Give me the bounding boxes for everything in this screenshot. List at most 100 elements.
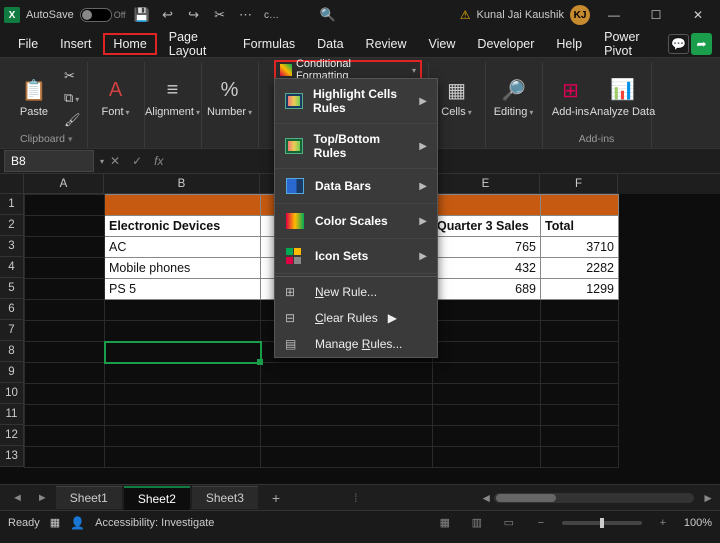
save-icon[interactable]: 💾 — [132, 7, 152, 23]
cut-icon[interactable]: ✂ — [210, 7, 230, 23]
cell[interactable]: PS 5 — [105, 279, 261, 300]
page-break-view-icon[interactable]: ▭ — [498, 516, 520, 529]
scroll-left-icon[interactable]: ◄ — [480, 491, 492, 505]
col-header-a[interactable]: A — [24, 174, 104, 194]
menu-data-bars[interactable]: Data Bars ▶ — [275, 169, 437, 204]
cell[interactable]: AC — [105, 237, 261, 258]
cell[interactable]: Mobile phones — [105, 258, 261, 279]
autosave-toggle[interactable] — [80, 8, 112, 22]
tab-insert[interactable]: Insert — [50, 33, 101, 55]
analyze-data-button[interactable]: 📊 Analyze Data — [601, 77, 645, 118]
cell[interactable]: 432 — [433, 258, 541, 279]
undo-icon[interactable]: ↩ — [158, 7, 178, 23]
menu-new-rule[interactable]: ⊞ NNew Rule...ew Rule... — [275, 279, 437, 305]
sheet-nav-prev-icon[interactable]: ◄ — [6, 492, 29, 504]
copy-icon[interactable]: ⧉▾ — [64, 90, 81, 106]
more-qat-icon[interactable]: ⋯ — [236, 7, 256, 23]
menu-top-bottom-rules[interactable]: Top/Bottom Rules ▶ — [275, 124, 437, 169]
row-header[interactable]: 1 — [0, 194, 24, 215]
enter-formula-icon[interactable]: ✓ — [126, 154, 148, 168]
cell[interactable]: 765 — [433, 237, 541, 258]
row-header[interactable]: 10 — [0, 383, 24, 404]
cells-button[interactable]: ▦ Cells▾ — [435, 77, 479, 118]
warning-icon[interactable]: ⚠ — [460, 8, 471, 22]
tab-view[interactable]: View — [419, 33, 466, 55]
new-sheet-button[interactable]: + — [260, 490, 292, 506]
page-layout-view-icon[interactable]: ▥ — [466, 516, 488, 529]
active-cell[interactable] — [105, 342, 261, 363]
conditional-formatting-button[interactable]: Conditional Formatting ▾ — [274, 60, 422, 80]
cell[interactable]: 3710 — [541, 237, 619, 258]
cell[interactable]: Electronic Devices — [105, 216, 261, 237]
menu-clear-rules[interactable]: ⊟ Clear Rules ▶ — [275, 305, 437, 331]
col-header-e[interactable]: E — [432, 174, 540, 194]
zoom-out-icon[interactable]: − — [530, 517, 552, 529]
sheet-tab-sheet1[interactable]: Sheet1 — [56, 486, 122, 509]
row-header[interactable]: 11 — [0, 404, 24, 425]
row-header[interactable]: 6 — [0, 299, 24, 320]
close-button[interactable]: ✕ — [680, 8, 716, 22]
sheet-tab-sheet2[interactable]: Sheet2 — [124, 486, 190, 510]
menu-manage-rules[interactable]: ▤ Manage Rules... — [275, 331, 437, 357]
tab-developer[interactable]: Developer — [467, 33, 544, 55]
tab-review[interactable]: Review — [356, 33, 417, 55]
col-header-b[interactable]: B — [104, 174, 260, 194]
number-button[interactable]: % Number▾ — [208, 77, 252, 118]
row-header[interactable]: 4 — [0, 257, 24, 278]
scroll-right-icon[interactable]: ► — [702, 491, 714, 505]
zoom-slider[interactable] — [562, 521, 642, 525]
row-headers[interactable]: 1 2 3 4 5 6 7 8 9 10 11 12 13 — [0, 194, 24, 467]
redo-icon[interactable]: ↪ — [184, 7, 204, 23]
qat-customize-icon[interactable]: c… — [262, 10, 282, 21]
zoom-in-icon[interactable]: + — [652, 517, 674, 529]
tab-file[interactable]: File — [8, 33, 48, 55]
accessibility-icon[interactable]: 👤 — [70, 516, 85, 530]
macro-record-icon[interactable]: ▦ — [50, 516, 60, 529]
tab-power-pivot[interactable]: Power Pivot — [594, 26, 664, 62]
cell[interactable]: Quarter 3 Sales — [433, 216, 541, 237]
normal-view-icon[interactable]: ▦ — [434, 516, 456, 529]
name-box[interactable]: B8 — [4, 150, 94, 172]
menu-icon-sets[interactable]: Icon Sets ▶ — [275, 239, 437, 274]
tab-page-layout[interactable]: Page Layout — [159, 26, 231, 62]
alignment-button[interactable]: ≡ Alignment▾ — [151, 77, 195, 118]
tab-help[interactable]: Help — [546, 33, 592, 55]
cell[interactable]: 2282 — [541, 258, 619, 279]
editing-button[interactable]: 🔎 Editing▾ — [492, 77, 536, 118]
menu-highlight-cells-rules[interactable]: Highlight Cells Rules ▶ — [275, 79, 437, 124]
zoom-level[interactable]: 100% — [684, 517, 712, 529]
tab-home[interactable]: Home — [103, 33, 156, 55]
cut-icon-ribbon[interactable]: ✂ — [64, 68, 81, 84]
select-all-corner[interactable] — [0, 174, 24, 194]
tab-formulas[interactable]: Formulas — [233, 33, 305, 55]
addins-button[interactable]: ⊞ Add-ins — [549, 77, 593, 118]
fx-icon[interactable]: fx — [148, 154, 169, 168]
row-header[interactable]: 12 — [0, 425, 24, 446]
row-header[interactable]: 2 — [0, 215, 24, 236]
cell[interactable]: 1299 — [541, 279, 619, 300]
cell[interactable]: 689 — [433, 279, 541, 300]
paste-button[interactable]: 📋 Paste — [12, 77, 56, 118]
col-header-f[interactable]: F — [540, 174, 618, 194]
share-button[interactable]: ➦ — [691, 33, 712, 55]
search-icon[interactable]: 🔍 — [318, 7, 338, 23]
horizontal-scrollbar[interactable] — [494, 493, 694, 503]
maximize-button[interactable]: ☐ — [638, 8, 674, 22]
sheet-tab-sheet3[interactable]: Sheet3 — [192, 486, 258, 509]
format-painter-icon[interactable]: 🖌 — [64, 112, 81, 128]
cancel-formula-icon[interactable]: ✕ — [104, 154, 126, 168]
row-header[interactable]: 5 — [0, 278, 24, 299]
menu-color-scales[interactable]: Color Scales ▶ — [275, 204, 437, 239]
comments-button[interactable]: 💬 — [668, 34, 689, 54]
accessibility-status[interactable]: Accessibility: Investigate — [95, 517, 214, 529]
row-header[interactable]: 3 — [0, 236, 24, 257]
minimize-button[interactable]: ― — [596, 8, 632, 22]
sheet-nav-next-icon[interactable]: ► — [31, 492, 54, 504]
font-button[interactable]: A Font▾ — [94, 77, 138, 118]
row-header[interactable]: 7 — [0, 320, 24, 341]
cell[interactable]: Total — [541, 216, 619, 237]
row-header[interactable]: 9 — [0, 362, 24, 383]
user-account[interactable]: Kunal Jai Kaushik KJ — [477, 5, 590, 25]
row-header[interactable]: 8 — [0, 341, 24, 362]
row-header[interactable]: 13 — [0, 446, 24, 467]
